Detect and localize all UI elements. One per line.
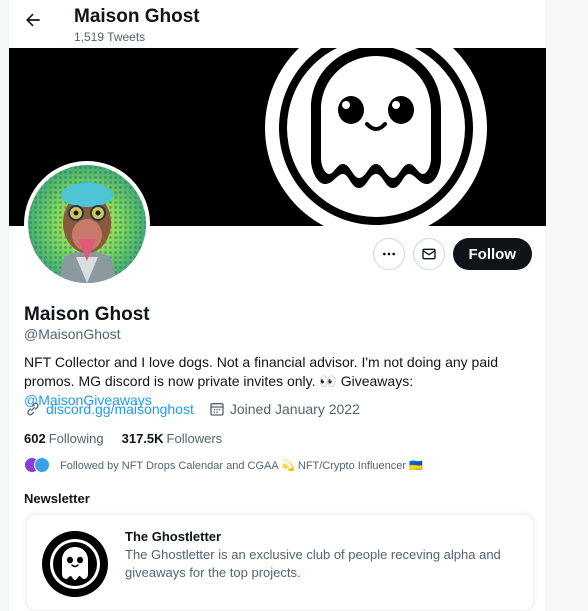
follow-button[interactable]: Follow	[452, 238, 532, 270]
followers-label: Followers	[166, 431, 223, 446]
joined-date: Joined January 2022	[229, 401, 360, 417]
profile-handle: @MaisonGhost	[24, 326, 121, 342]
follower-avatar-2	[34, 457, 50, 473]
newsletter-description: The Ghostletter is an exclusive club of …	[125, 547, 501, 580]
followers-link[interactable]: 317.5K Followers	[122, 431, 223, 446]
newsletter-title: The Ghostletter	[125, 529, 222, 544]
followers-count: 317.5K	[121, 431, 164, 446]
website-link[interactable]: discord.gg/maisonghost	[46, 401, 194, 417]
profile-header: Maison Ghost 1,519 Tweets	[9, 0, 546, 48]
back-button[interactable]	[21, 8, 45, 32]
newsletter-heading: Newsletter	[24, 491, 90, 506]
bio-text: NFT Collector and I love dogs. Not a fin…	[24, 354, 499, 389]
message-icon	[421, 248, 436, 260]
more-icon	[382, 252, 395, 256]
header-title: Maison Ghost	[74, 6, 200, 27]
newsletter-logo	[35, 524, 115, 604]
back-arrow-icon	[26, 13, 40, 27]
link-icon	[24, 400, 42, 418]
calendar-icon	[208, 400, 226, 418]
following-label: Following	[48, 431, 104, 446]
profile-meta: discord.gg/maisonghost Joined January 20…	[24, 400, 360, 418]
more-button[interactable]	[372, 238, 405, 270]
followed-by-row[interactable]: Followed by NFT Drops Calendar and CGAA …	[24, 457, 423, 473]
profile-column: Maison Ghost 1,519 Tweets Follow Maison …	[8, 0, 547, 611]
follow-stats: 602 Following 317.5K Followers	[24, 431, 222, 446]
message-button[interactable]	[412, 238, 445, 270]
ape-avatar-image	[28, 165, 146, 283]
following-link[interactable]: 602 Following	[24, 431, 104, 446]
ghost-logo-icon	[42, 531, 108, 597]
followed-by-text: Followed by NFT Drops Calendar and CGAA …	[60, 459, 423, 472]
following-count: 602	[24, 431, 46, 446]
profile-avatar[interactable]	[24, 161, 150, 287]
profile-name: Maison Ghost	[24, 304, 150, 325]
newsletter-card[interactable]: The Ghostletter The Ghostletter is an ex…	[26, 514, 534, 611]
profile-actions: Follow	[372, 238, 532, 270]
tweet-count: 1,519 Tweets	[74, 30, 146, 44]
